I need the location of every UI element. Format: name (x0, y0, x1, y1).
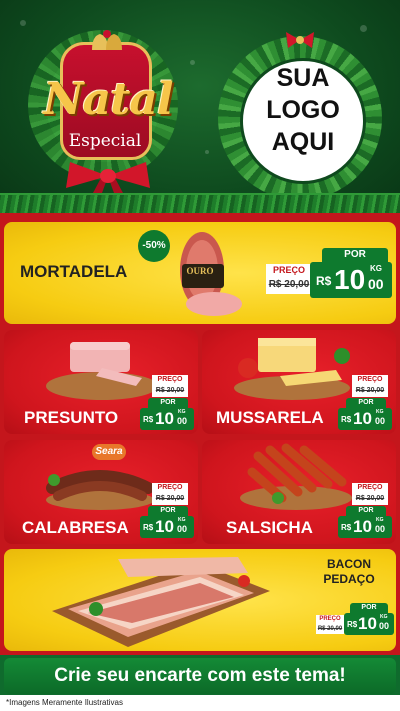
price-cents: 00 (375, 416, 386, 426)
old-price: R$ 20,00 (266, 276, 312, 294)
price-unit: KG (380, 614, 388, 620)
por-label: POR (350, 603, 388, 613)
preco-label: PREÇO (152, 483, 188, 493)
currency: R$ (341, 523, 352, 532)
snow-dot (360, 25, 367, 32)
currency: R$ (341, 415, 352, 424)
sale-price: R$ 10 KG 00 (338, 516, 392, 538)
product-name: PRESUNTO (24, 408, 119, 427)
old-price: R$ 20,00 (152, 493, 188, 505)
product-name-line: BACON (327, 557, 371, 571)
currency: R$ (316, 274, 332, 288)
old-price: R$ 20,00 (352, 385, 388, 397)
price-unit: KG (178, 517, 186, 523)
product-card-salsicha[interactable]: SALSICHA PREÇO R$ 20,00 POR R$ 10 KG 00 (202, 440, 396, 544)
por-label: POR (322, 248, 388, 262)
sale-price: R$ 10 KG 00 (140, 408, 194, 430)
presunto-image (46, 342, 158, 400)
product-card-calabresa[interactable]: Seara CALABRESA PREÇO R$ 20,00 POR R$ 10… (4, 440, 198, 544)
preco-label: PREÇO (316, 615, 344, 624)
snow-dot (20, 20, 26, 26)
product-name: SALSICHA (226, 518, 313, 537)
preco-label: PREÇO (352, 375, 388, 385)
price-integer: 10 (358, 614, 377, 633)
bacon-image (52, 557, 270, 647)
price-unit: KG (376, 517, 384, 523)
price-cents: 00 (177, 416, 188, 426)
snow-dot (205, 150, 209, 154)
logo-line: SUA (276, 64, 330, 92)
garland-divider (0, 193, 400, 215)
preco-label: PREÇO (352, 483, 388, 493)
por-label: POR (148, 506, 188, 516)
price-integer: 10 (155, 409, 174, 428)
mussarela-image (234, 338, 350, 400)
price-unit: KG (178, 409, 186, 415)
salsicha-image (240, 443, 352, 510)
snow-dot (190, 60, 195, 65)
product-name: BACON PEDAÇO (304, 557, 394, 587)
old-price: R$ 20,00 (352, 493, 388, 505)
old-price: R$ 20,00 (316, 624, 344, 634)
product-name: MUSSARELA (216, 408, 324, 427)
old-price: R$ 20,00 (152, 385, 188, 397)
bow-ornament-icon (286, 32, 314, 48)
currency: R$ (347, 620, 358, 629)
price-integer: 10 (334, 264, 366, 295)
header-banner: Natal Especial SUA LOGO AQUI (0, 0, 400, 215)
brand-label: OURO (186, 266, 214, 276)
price-unit: KG (370, 264, 382, 273)
price-integer: 10 (353, 517, 372, 536)
por-label: POR (346, 506, 386, 516)
sale-price: R$ 10 KG 00 (310, 262, 392, 298)
price-integer: 10 (353, 409, 372, 428)
price-cents: 00 (368, 276, 384, 292)
preco-label: PREÇO (266, 264, 312, 276)
price-integer: 10 (155, 517, 174, 536)
product-card-mussarela[interactable]: MUSSARELA PREÇO R$ 20,00 POR R$ 10 KG 00 (202, 330, 396, 434)
bells-icon (92, 30, 122, 50)
sale-price: R$ 10 KG 00 (344, 613, 394, 635)
cta-button[interactable]: Crie seu encarte com este tema! (4, 658, 396, 694)
price-cents: 00 (379, 621, 390, 631)
currency: R$ (143, 523, 154, 532)
product-name-line: PEDAÇO (323, 572, 375, 586)
calabresa-image (46, 470, 154, 510)
product-card-mortadela[interactable]: MORTADELA -50% OURO PREÇO R$ 20,00 POR R… (4, 222, 396, 324)
page-title: Natal (43, 74, 173, 125)
sale-price: R$ 10 KG 00 (140, 516, 194, 538)
price-unit: KG (376, 409, 384, 415)
preco-label: PREÇO (152, 375, 188, 385)
product-name: MORTADELA (20, 262, 128, 281)
price-cents: 00 (177, 524, 188, 534)
product-name: CALABRESA (22, 518, 129, 537)
sale-price: R$ 10 KG 00 (338, 408, 392, 430)
product-card-bacon[interactable]: BACON PEDAÇO PREÇO R$ 20,00 POR R$ 10 KG… (4, 549, 396, 651)
por-label: POR (148, 398, 188, 408)
price-cents: 00 (375, 524, 386, 534)
disclaimer: *Imagens Meramente Ilustrativas (0, 695, 400, 711)
product-card-presunto[interactable]: PRESUNTO PREÇO R$ 20,00 POR R$ 10 KG 00 (4, 330, 198, 434)
por-label: POR (346, 398, 386, 408)
currency: R$ (143, 415, 154, 424)
page-subtitle: Especial (68, 131, 142, 151)
logo-line: AQUI (271, 128, 335, 156)
logo-text: SUA LOGO AQUI (240, 62, 366, 158)
logo-line: LOGO (266, 96, 340, 124)
